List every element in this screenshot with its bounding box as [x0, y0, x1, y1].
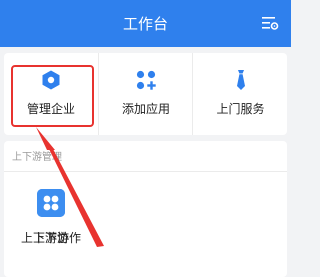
- grid-plus-icon: [136, 70, 156, 90]
- partners-card: 上下游管理 上下游 上下游协作: [4, 141, 287, 277]
- onsite-service-tile[interactable]: 上门服务: [192, 53, 288, 135]
- page-title: 工作台: [122, 15, 168, 33]
- section-title: 上下游管理: [12, 152, 62, 163]
- list-settings-icon[interactable]: [261, 14, 279, 32]
- four-dots-icon-badge: [37, 189, 65, 217]
- add-app-tile[interactable]: 添加应用: [98, 53, 193, 135]
- tie-icon: [236, 70, 245, 90]
- upstream-downstream-collab-label: 上下游协作: [20, 231, 81, 245]
- four-dots-icon: [43, 195, 59, 211]
- upstream-downstream-collab-tile[interactable]: 上下游协作: [4, 172, 98, 277]
- onsite-service-label: 上门服务: [216, 102, 265, 116]
- add-app-label: 添加应用: [121, 102, 170, 116]
- highlight-box: [11, 65, 94, 127]
- top-bar: 工作台: [0, 0, 291, 47]
